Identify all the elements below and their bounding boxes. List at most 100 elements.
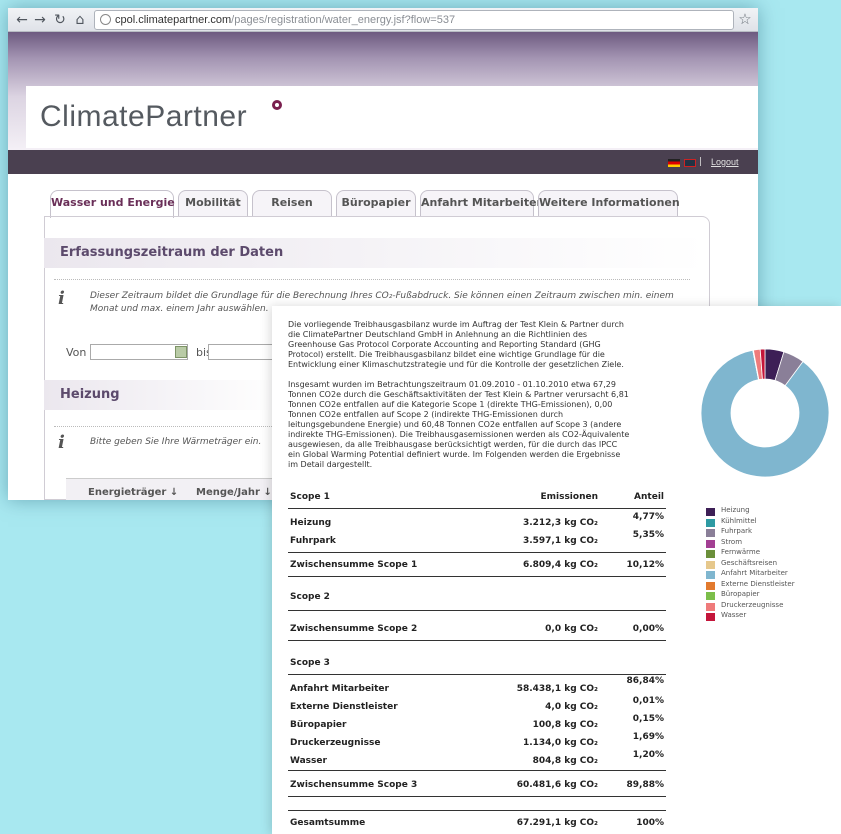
info-icon: i [58,288,65,309]
table-row-label: Druckerzeugnisse [290,738,381,748]
uk-flag-icon[interactable] [684,159,696,167]
arrow-left-icon[interactable]: ← [14,11,30,29]
table-row-share: 0,01% [632,696,664,706]
legend-swatch [706,518,715,527]
table-row-share: 86,84% [626,676,665,686]
address-bar: ← → ↻ ⌂ cpol.climatepartner.com/pages/re… [8,8,758,32]
from-label: Von [66,346,87,359]
home-icon[interactable]: ⌂ [72,11,88,29]
table-row-label: Büropapier [290,720,347,730]
report-text-line: indirekte THG-Emissionen). Die Treibhaus… [288,430,630,439]
german-flag-icon[interactable] [668,159,680,167]
legend-item: Externe Dienstleister [706,580,836,591]
legend-item: Geschäftsreisen [706,559,836,570]
divider [288,508,666,509]
report-summary: Insgesamt wurden im Betrachtungszeitraum… [288,380,668,470]
logout-link[interactable]: Logout [711,157,739,167]
table-row-share: 1,69% [632,732,664,742]
tab-wasser-und-energie[interactable]: Wasser und Energie [50,190,175,218]
legend-label: Externe Dienstleister [721,579,795,588]
report-text-line: ausgewiesen, da alle Treibhausgase berüc… [288,440,618,449]
legend-swatch [706,613,715,621]
legend-swatch [706,592,715,600]
tab-mobilitaet[interactable]: Mobilität [178,190,248,216]
column-header-amount[interactable]: Menge/Jahr ↓ [196,487,272,498]
tab-weitere-informationen[interactable]: Weitere Informationen [538,190,680,216]
table-row-share: 5,35% [632,530,664,540]
logo-banner: ClimatePartner [26,86,758,148]
report-text-line: Insgesamt wurden im Betrachtungszeitraum… [288,380,616,389]
table-row-label: Wasser [290,756,327,766]
report-text-line: Entwicklung einer Klimaschutzstrategie u… [288,360,624,369]
table-row-value: 804,8 kg CO₂ [532,756,598,766]
tab-reisen[interactable]: Reisen [252,190,332,216]
legend-swatch [706,529,715,537]
site-info-icon[interactable] [100,14,111,25]
report-text-line: Tonnen CO2e entfallen auf die Kategorie … [288,400,613,409]
from-date-input[interactable] [90,344,188,360]
legend-label: Heizung [721,506,750,514]
legend-label: Anfahrt Mitarbeiter [721,569,788,577]
scope1-title: Scope 1 [290,492,330,502]
report-text-line: ein Global Warming Potential definiert w… [288,450,621,459]
total-value: 67.291,1 kg CO₂ [516,818,598,828]
report-text-line: Greenhouse Gas Protocol Corporate Accoun… [288,340,601,349]
tab-bueropapier[interactable]: Büropapier [336,190,416,216]
legend-item: Anfahrt Mitarbeiter [706,569,836,580]
report-text-line: Protocol) erstellt. Die Treibhausgasbila… [288,350,605,359]
user-bar: | Logout [8,150,758,174]
legend-swatch [706,560,715,569]
arrow-right-icon[interactable]: → [32,11,48,29]
divider [288,610,666,611]
legend-swatch [706,508,715,516]
logo[interactable]: ClimatePartner [40,100,247,134]
legend-label: Strom [721,537,743,546]
report-text-line: im Detail dargestellt. [288,460,373,469]
info-icon: i [58,432,65,453]
report-intro: Die vorliegende Treibhausgasbilanz wurde… [288,320,668,370]
calendar-icon[interactable] [175,346,187,358]
url-path: /pages/registration/water_energy.jsf?flo… [231,14,456,26]
report-text-line: die ClimatePartner Deutschland GmbH in A… [288,330,588,339]
divider [288,576,666,577]
star-icon[interactable]: ☆ [736,10,754,28]
table-row-value: 58.438,1 kg CO₂ [516,684,598,694]
legend-label: Fernwärme [721,548,761,556]
subtotal-label: Zwischensumme Scope 1 [290,560,418,570]
subtotal-value: 0,0 kg CO₂ [545,624,598,634]
site-header: ClimatePartner [8,32,758,150]
subtotal-share: 10,12% [626,560,665,570]
subtotal-value: 6.809,4 kg CO₂ [522,560,598,570]
legend-swatch [706,539,715,548]
emissions-report: Die vorliegende Treibhausgasbilanz wurde… [272,306,841,834]
table-row-value: 3.212,3 kg CO₂ [522,518,598,528]
reload-icon[interactable]: ↻ [52,11,68,29]
divider [288,796,666,797]
divider [54,279,690,280]
column-header-energy[interactable]: Energieträger ↓ [88,487,178,498]
table-row-label: Externe Dienstleister [290,702,398,712]
report-text-line: Tonnen CO2e entfallen auf Scope 2 (indir… [288,410,564,419]
legend-label: Geschäftsreisen [721,558,778,567]
legend-label: Wasser [721,611,747,619]
period-info-line: Dieser Zeitraum bildet die Grundlage für… [90,291,674,301]
divider [288,552,666,553]
scope2-title: Scope 2 [290,592,330,602]
column-header-emissions: Emissionen [540,492,598,502]
total-label: Gesamtsumme [290,818,366,828]
table-row-share: 4,77% [632,512,664,522]
table-row-share: 1,20% [632,750,664,760]
divider [288,770,666,771]
section-title-heating: Heizung [44,380,280,410]
legend-item: Fuhrpark [706,527,836,538]
divider [288,810,666,811]
legend-item: Kühlmittel [706,517,836,528]
report-text-line: Tonnen CO2e durch die Geschäftsaktivität… [288,390,629,399]
url-input[interactable]: cpol.climatepartner.com/pages/registrati… [94,10,734,30]
legend-item: Wasser [706,611,836,622]
tab-anfahrt-mitarbeiter[interactable]: Anfahrt Mitarbeiter [420,190,542,216]
divider [288,674,666,675]
legend-swatch [706,581,715,590]
legend-swatch [706,571,715,579]
legend-swatch [706,602,715,611]
